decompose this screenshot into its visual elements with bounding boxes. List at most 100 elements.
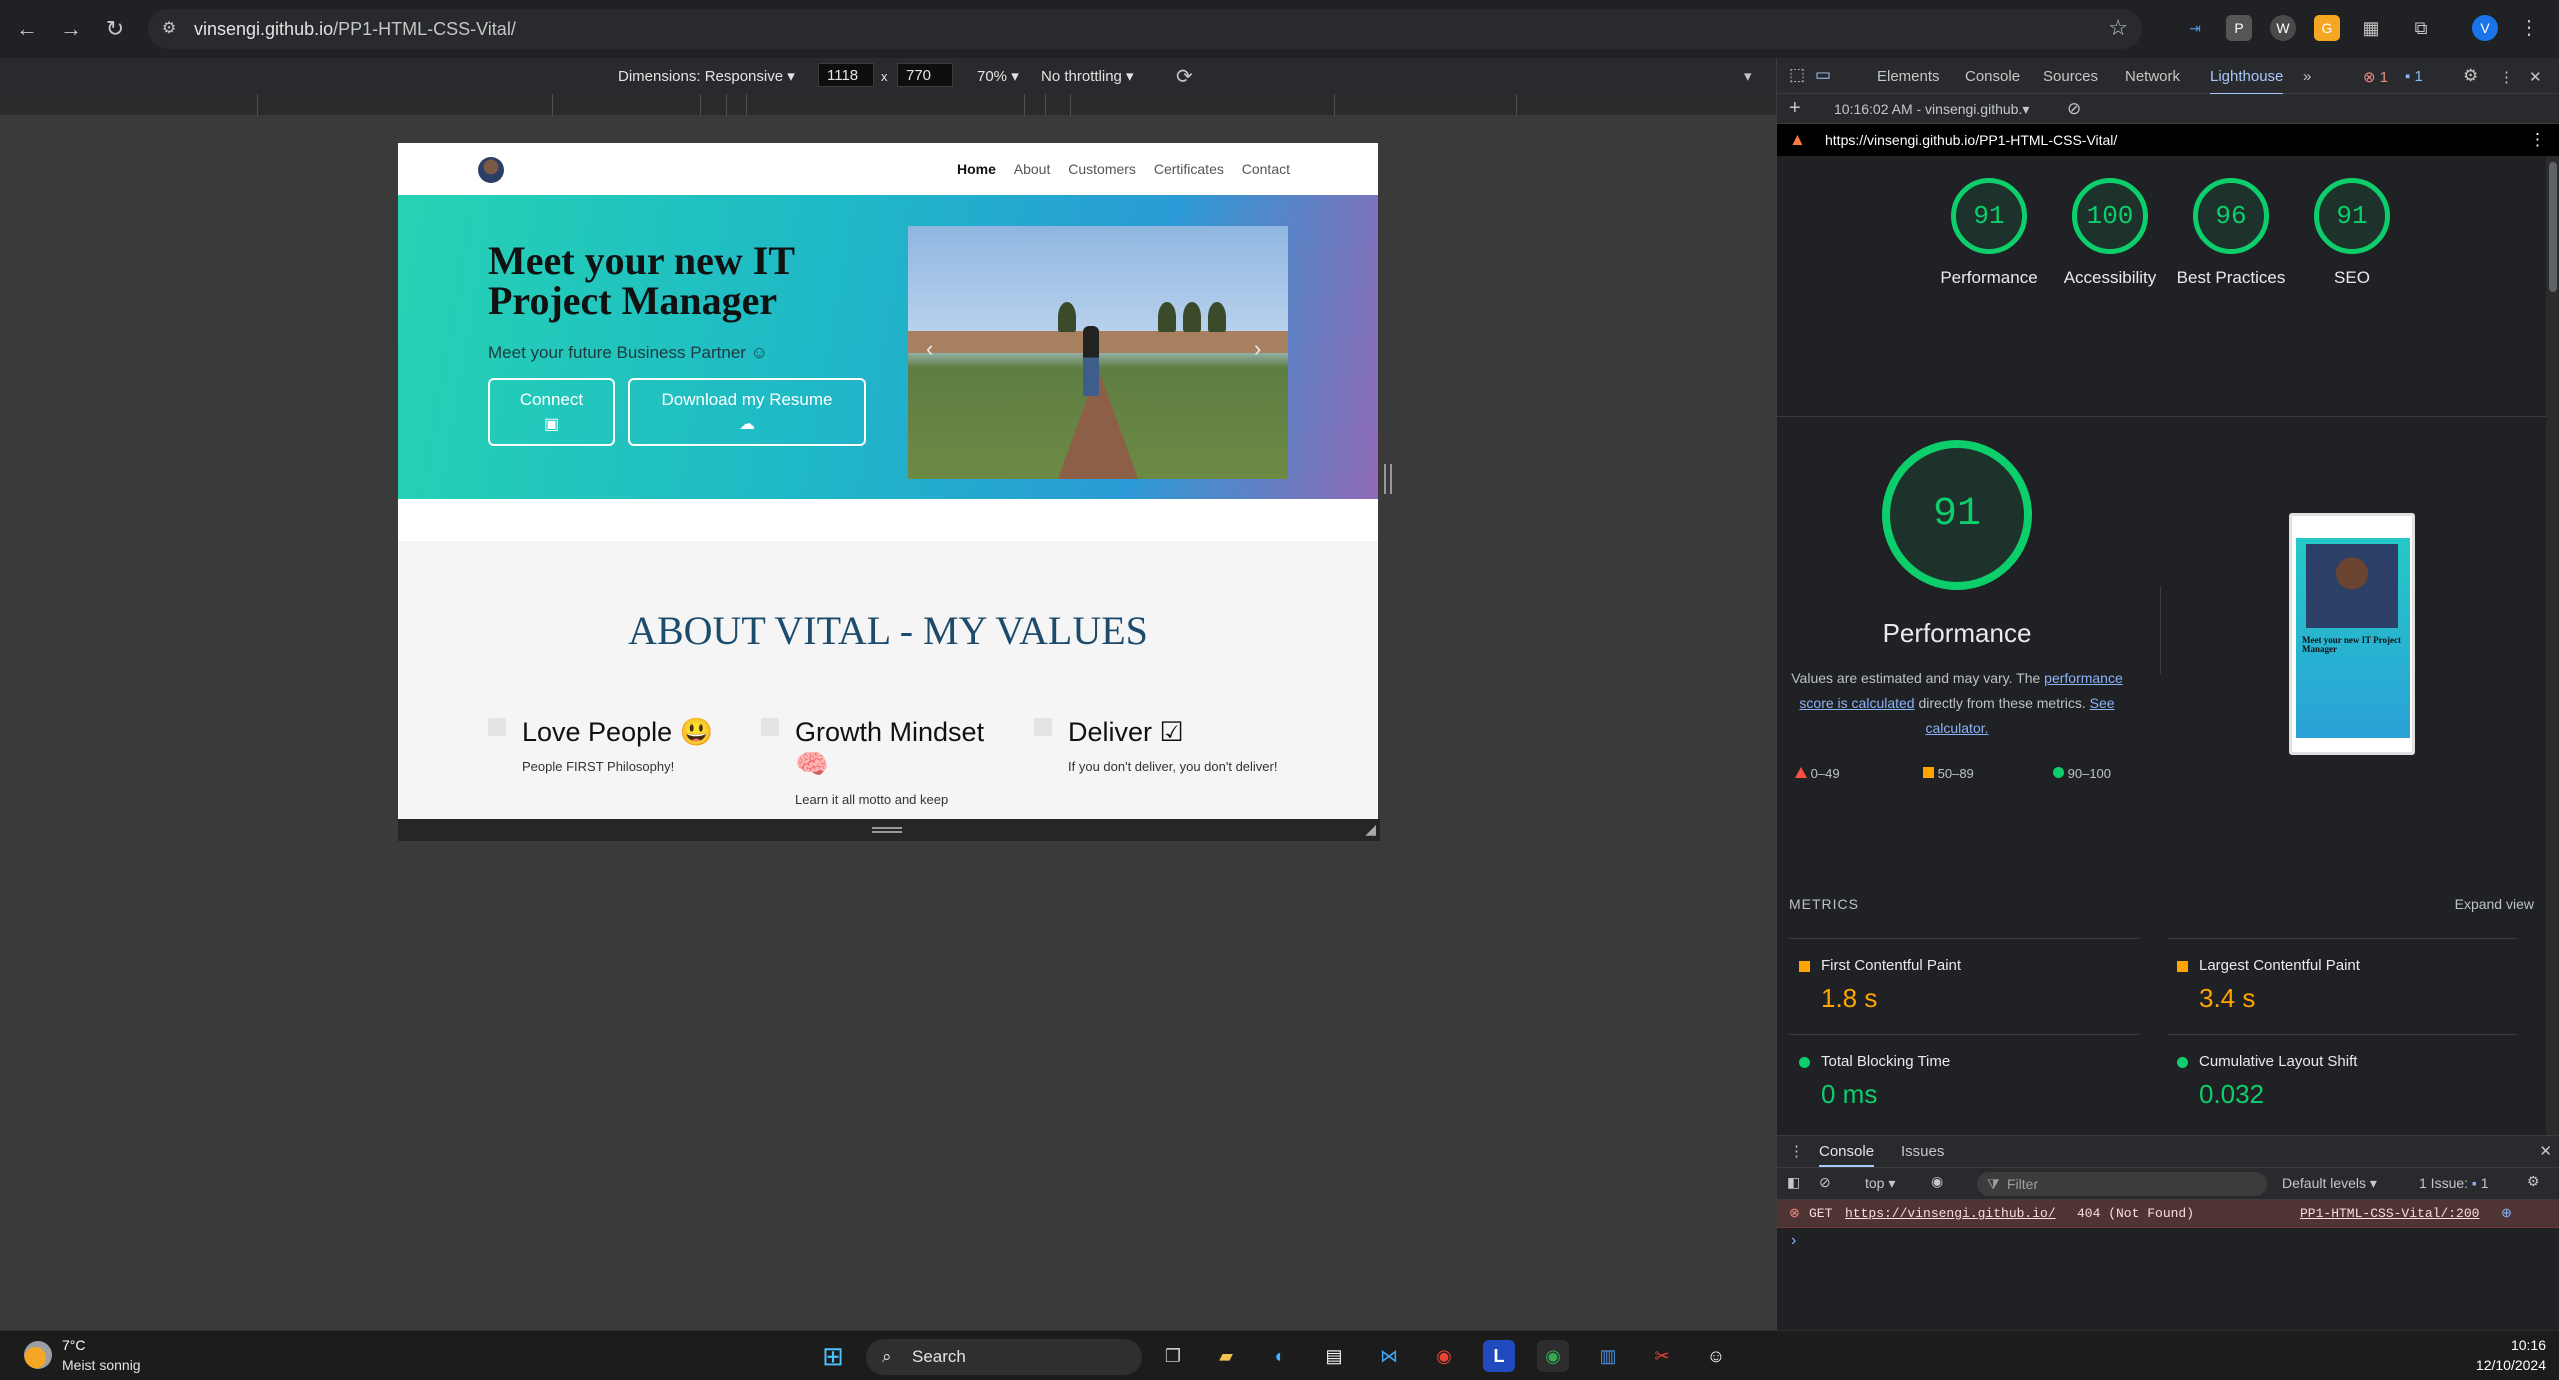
width-input[interactable] [818,63,874,87]
vscode-icon[interactable]: ⋈ [1373,1340,1405,1372]
chrome-profile-icon[interactable]: ◉ [1537,1340,1569,1372]
app-l-icon[interactable]: L [1483,1340,1515,1372]
resize-corner-icon[interactable]: ◢ [1365,821,1376,838]
address-bar[interactable]: ⚙ vinsengi.github.io/PP1-HTML-CSS-Vital/… [148,9,2142,49]
weather-temperature[interactable]: 7°C [62,1337,86,1353]
chrome-icon[interactable]: ◉ [1428,1340,1460,1372]
tab-network[interactable]: Network [2125,68,2180,85]
extensions-puzzle-icon[interactable]: ⧉ [2408,15,2434,41]
viewport-side-resize-handle[interactable] [1384,464,1392,494]
site-logo[interactable] [478,157,504,183]
bookmark-star-icon[interactable]: ☆ [2108,15,2128,41]
url-text[interactable]: vinsengi.github.io/PP1-HTML-CSS-Vital/ [194,19,516,40]
extension-arrow-icon[interactable]: ⇥ [2182,15,2208,41]
settings-gear-icon[interactable]: ⚙ [2463,66,2478,86]
snipping-tool-icon[interactable]: ✂ [1646,1340,1678,1372]
new-report-icon[interactable]: + [1789,97,1801,120]
close-devtools-icon[interactable]: ✕ [2529,68,2542,86]
extension-w-icon[interactable]: W [2270,15,2296,41]
live-expression-eye-icon[interactable]: ◉ [1931,1173,1943,1190]
nav-contact[interactable]: Contact [1242,161,1290,177]
score-gauge-seo[interactable]: 91 SEO [2297,178,2407,290]
zoom-select[interactable]: 70% ▾ [977,67,1019,85]
clock-date[interactable]: 12/10/2024 [2446,1357,2546,1373]
tab-sources[interactable]: Sources [2043,68,2098,85]
expand-view-link[interactable]: Expand view [2455,896,2534,912]
taskbar-search[interactable]: ⌕ Search [866,1339,1142,1375]
carousel-next-icon[interactable]: › [1254,336,1261,362]
issues-counter[interactable]: 1 Issue: ▪ 1 [2419,1175,2489,1191]
console-error-row[interactable]: ⊗ GET https://vinsengi.github.io/ 404 (N… [1777,1200,2559,1228]
page-screenshot-thumbnail[interactable]: Meet your new IT Project Manager [2289,513,2415,755]
extension-p-icon[interactable]: P [2226,15,2252,41]
weather-description[interactable]: Meist sonnig [62,1357,141,1373]
console-prompt[interactable]: › [1791,1232,1796,1250]
console-filter-input[interactable]: ⧩ Filter [1977,1172,2267,1196]
dimensions-select[interactable]: Dimensions: Responsive ▾ [618,67,795,85]
console-toolbar: ◧ ⊘ top ▾ ◉ ⧩ Filter Default levels ▾ 1 … [1777,1168,2559,1200]
error-counter[interactable]: ⊗ 1 [2363,68,2388,86]
weather-icon[interactable] [24,1341,52,1369]
file-explorer-icon[interactable]: ▰ [1210,1340,1242,1372]
report-select[interactable]: 10:16:02 AM - vinsengi.github.▾ [1834,101,2029,118]
device-options-icon[interactable]: ▾ [1744,67,1752,85]
error-url-link[interactable]: https://vinsengi.github.io/ [1845,1200,2056,1228]
network-request-icon[interactable]: ⊕ [2501,1200,2512,1228]
notepad-icon[interactable]: ▥ [1592,1340,1624,1372]
download-resume-button[interactable]: Download my Resume ☁ [628,378,866,446]
media-query-ruler[interactable] [0,94,1776,116]
drawer-tab-console[interactable]: Console [1819,1143,1875,1167]
context-select[interactable]: top ▾ [1865,1175,1895,1192]
clear-console-icon[interactable]: ⊘ [1819,1174,1831,1191]
report-scrollbar[interactable] [2546,156,2559,1136]
inspect-icon[interactable]: ⬚ [1789,65,1805,85]
drawer-menu-icon[interactable]: ⋮ [1789,1142,1804,1160]
connect-button[interactable]: Connect ▣ [488,378,615,446]
hero-photo[interactable]: ‹ › [908,226,1288,479]
drawer-tab-issues[interactable]: Issues [1901,1143,1944,1160]
score-gauge-performance[interactable]: 91 Performance [1934,178,2044,290]
site-navbar: Home About Customers Certificates Contac… [398,143,1378,195]
nav-about[interactable]: About [1014,161,1051,177]
rotate-icon[interactable]: ⟳ [1176,64,1193,89]
tab-console[interactable]: Console [1965,68,2020,85]
height-input[interactable] [897,63,953,87]
store-icon[interactable]: ▤ [1318,1340,1350,1372]
profile-avatar[interactable]: V [2472,15,2498,41]
issue-counter[interactable]: ▪ 1 [2405,68,2423,85]
error-source-link[interactable]: PP1-HTML-CSS-Vital/:200 [2300,1200,2479,1228]
device-toggle-icon[interactable]: ▭ [1815,65,1831,85]
sidebar-toggle-icon[interactable]: ◧ [1787,1174,1800,1191]
console-settings-icon[interactable]: ⚙ [2527,1173,2540,1190]
forward-icon[interactable]: → [56,14,86,44]
score-gauge-best-practices[interactable]: 96 Best Practices [2176,178,2286,290]
windows-start-icon[interactable]: ⊞ [817,1340,849,1372]
back-icon[interactable]: ← [12,14,42,44]
reload-icon[interactable]: ↻ [100,14,130,44]
nav-home[interactable]: Home [957,161,996,177]
more-tabs-icon[interactable]: » [2303,68,2311,85]
devtools-menu-icon[interactable]: ⋮ [2499,68,2514,86]
tab-lighthouse[interactable]: Lighthouse [2210,68,2284,95]
site-settings-icon[interactable]: ⚙ [158,18,180,40]
viewport-resize-bar[interactable]: ◢ [398,819,1380,841]
log-levels-select[interactable]: Default levels ▾ [2282,1175,2377,1192]
close-drawer-icon[interactable]: ✕ [2539,1142,2552,1160]
device-toolbar: Dimensions: Responsive ▾ x 70% ▾ No thro… [0,58,1776,94]
browser-menu-icon[interactable]: ⋮ [2516,15,2542,41]
nav-customers[interactable]: Customers [1068,161,1136,177]
task-view-icon[interactable]: ❐ [1157,1340,1189,1372]
extension-g-icon[interactable]: G [2314,15,2340,41]
emoji-app-icon[interactable]: ☺ [1700,1340,1732,1372]
score-gauge-accessibility[interactable]: 100 Accessibility [2055,178,2165,290]
report-url[interactable]: https://vinsengi.github.io/PP1-HTML-CSS-… [1825,132,2117,148]
nav-certificates[interactable]: Certificates [1154,161,1224,177]
throttling-select[interactable]: No throttling ▾ [1041,67,1134,85]
edge-icon[interactable]: ◐ [1264,1340,1296,1372]
carousel-prev-icon[interactable]: ‹ [926,336,933,362]
tab-elements[interactable]: Elements [1877,68,1940,85]
clear-reports-icon[interactable]: ⊘ [2067,99,2081,119]
report-menu-icon[interactable]: ⋮ [2529,130,2546,150]
clock-time[interactable]: 10:16 [2490,1337,2546,1353]
extension-calc-icon[interactable]: ▦ [2358,15,2384,41]
